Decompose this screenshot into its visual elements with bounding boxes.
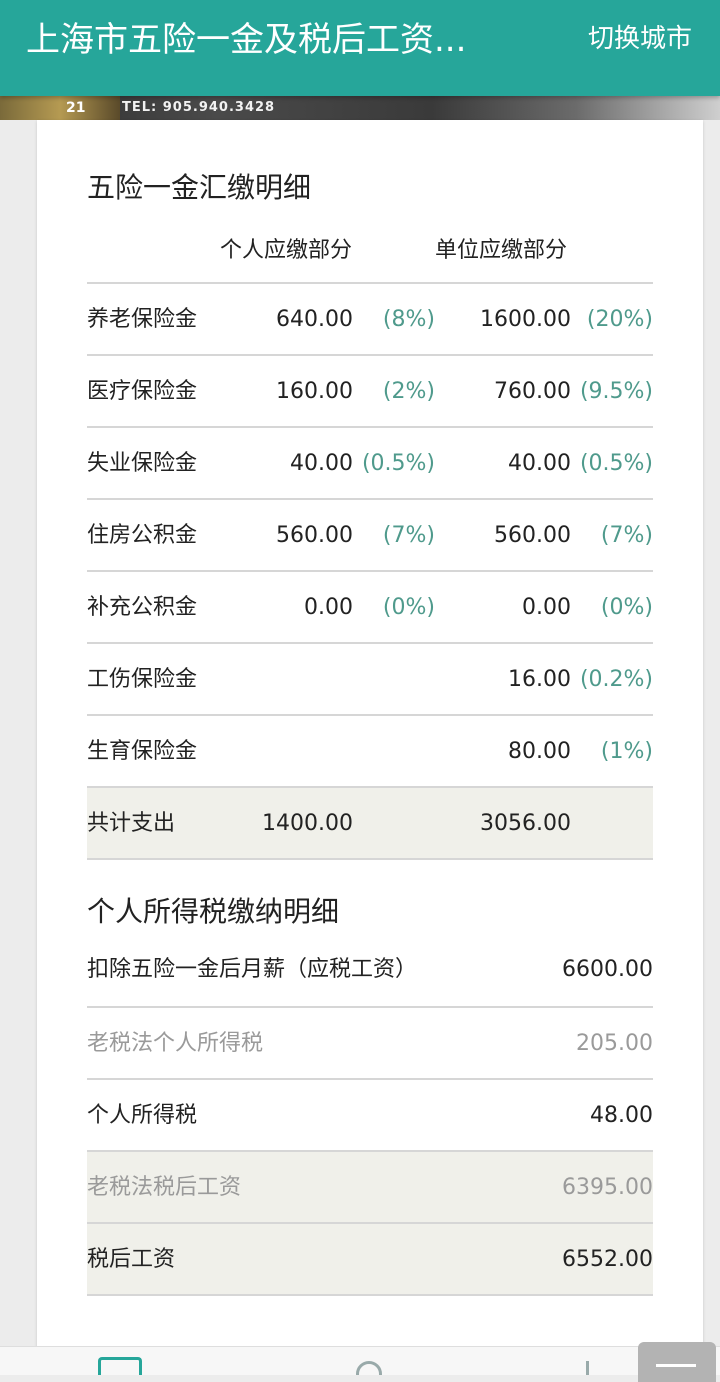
ad-logo: 21: [0, 96, 120, 120]
company-amount: 80.00: [508, 739, 571, 764]
personal-amount: 560.00: [276, 523, 353, 548]
menu-button[interactable]: [638, 1342, 716, 1382]
tax-row: 老税法个人所得税 205.00: [87, 1006, 653, 1079]
personal-percent: (7%): [382, 523, 435, 548]
personal-amount: 40.00: [290, 451, 353, 476]
page-title: 上海市五险一金及税后工资...: [26, 20, 467, 60]
divider: [87, 858, 653, 860]
row-label: 补充公积金: [87, 595, 198, 620]
company-percent: (0%): [600, 595, 653, 620]
column-header-personal: 个人应缴部分: [220, 238, 353, 263]
ad-banner[interactable]: 21 TEL: 905.940.3428: [0, 96, 720, 120]
total-personal-amount: 1400.00: [262, 811, 353, 836]
company-percent: (0.5%): [579, 451, 653, 476]
tax-row: 个人所得税 48.00: [87, 1078, 653, 1151]
ad-phone-text: TEL: 905.940.3428: [122, 100, 276, 115]
company-amount: 760.00: [494, 379, 571, 404]
personal-percent: (0%): [382, 595, 435, 620]
chart-icon[interactable]: [586, 1361, 596, 1375]
row-label: 失业保险金: [87, 451, 198, 476]
calculator-icon[interactable]: [98, 1357, 142, 1375]
company-amount: 560.00: [494, 523, 571, 548]
total-label: 共计支出: [87, 811, 176, 836]
personal-percent: (8%): [382, 307, 435, 332]
tax-row: 扣除五险一金后月薪（应税工资） 6600.00: [87, 934, 653, 1005]
personal-percent: (0.5%): [361, 451, 435, 476]
column-header-company: 单位应缴部分: [435, 238, 568, 263]
row-label: 养老保险金: [87, 307, 198, 332]
tax-row-value: 205.00: [576, 1031, 653, 1056]
table-row: 住房公积金 560.00 (7%) 560.00 (7%): [87, 498, 653, 571]
company-amount: 1600.00: [480, 307, 571, 332]
table-row: 失业保险金 40.00 (0.5%) 40.00 (0.5%): [87, 426, 653, 499]
personal-amount: 640.00: [276, 307, 353, 332]
tax-row-label: 税后工资: [87, 1247, 176, 1272]
company-amount: 16.00: [508, 667, 571, 692]
total-company-amount: 3056.00: [480, 811, 571, 836]
company-percent: (0.2%): [579, 667, 653, 692]
row-label: 工伤保险金: [87, 667, 198, 692]
company-percent: (1%): [600, 739, 653, 764]
tax-row-label: 扣除五险一金后月薪（应税工资）: [87, 957, 418, 982]
company-amount: 40.00: [508, 451, 571, 476]
tax-row-value: 48.00: [590, 1103, 653, 1128]
divider: [87, 1294, 653, 1296]
clock-icon[interactable]: [356, 1361, 382, 1375]
row-label: 生育保险金: [87, 739, 198, 764]
table-row: 医疗保险金 160.00 (2%) 760.00 (9.5%): [87, 354, 653, 427]
tax-row-value: 6395.00: [562, 1175, 653, 1200]
tax-row-value: 6600.00: [562, 957, 653, 982]
table-row: 生育保险金 80.00 (1%): [87, 714, 653, 787]
table-row: 补充公积金 0.00 (0%) 0.00 (0%): [87, 570, 653, 643]
total-row: 共计支出 1400.00 3056.00: [87, 786, 653, 859]
row-label: 住房公积金: [87, 523, 198, 548]
company-percent: (9.5%): [579, 379, 653, 404]
personal-amount: 0.00: [304, 595, 353, 620]
insurance-section-title: 五险一金汇缴明细: [87, 171, 312, 204]
personal-amount: 160.00: [276, 379, 353, 404]
tax-row-label: 老税法税后工资: [87, 1175, 242, 1200]
company-amount: 0.00: [522, 595, 571, 620]
table-row: 养老保险金 640.00 (8%) 1600.00 (20%): [87, 282, 653, 355]
company-percent: (20%): [586, 307, 653, 332]
menu-icon: [656, 1364, 696, 1367]
tax-row: 税后工资 6552.00: [87, 1222, 653, 1295]
app-header: 上海市五险一金及税后工资... 切换城市: [0, 0, 720, 96]
tax-row-label: 老税法个人所得税: [87, 1031, 264, 1056]
table-row: 工伤保险金 16.00 (0.2%): [87, 642, 653, 715]
personal-percent: (2%): [382, 379, 435, 404]
company-percent: (7%): [600, 523, 653, 548]
tax-row: 老税法税后工资 6395.00: [87, 1150, 653, 1223]
switch-city-button[interactable]: 切换城市: [588, 22, 692, 56]
row-label: 医疗保险金: [87, 379, 198, 404]
result-card: 五险一金汇缴明细 个人应缴部分 单位应缴部分 养老保险金 640.00 (8%)…: [37, 120, 703, 1350]
tax-section-title: 个人所得税缴纳明细: [87, 895, 340, 928]
tax-row-value: 6552.00: [562, 1247, 653, 1272]
tax-row-label: 个人所得税: [87, 1103, 198, 1128]
bottom-navigation: [0, 1346, 720, 1375]
